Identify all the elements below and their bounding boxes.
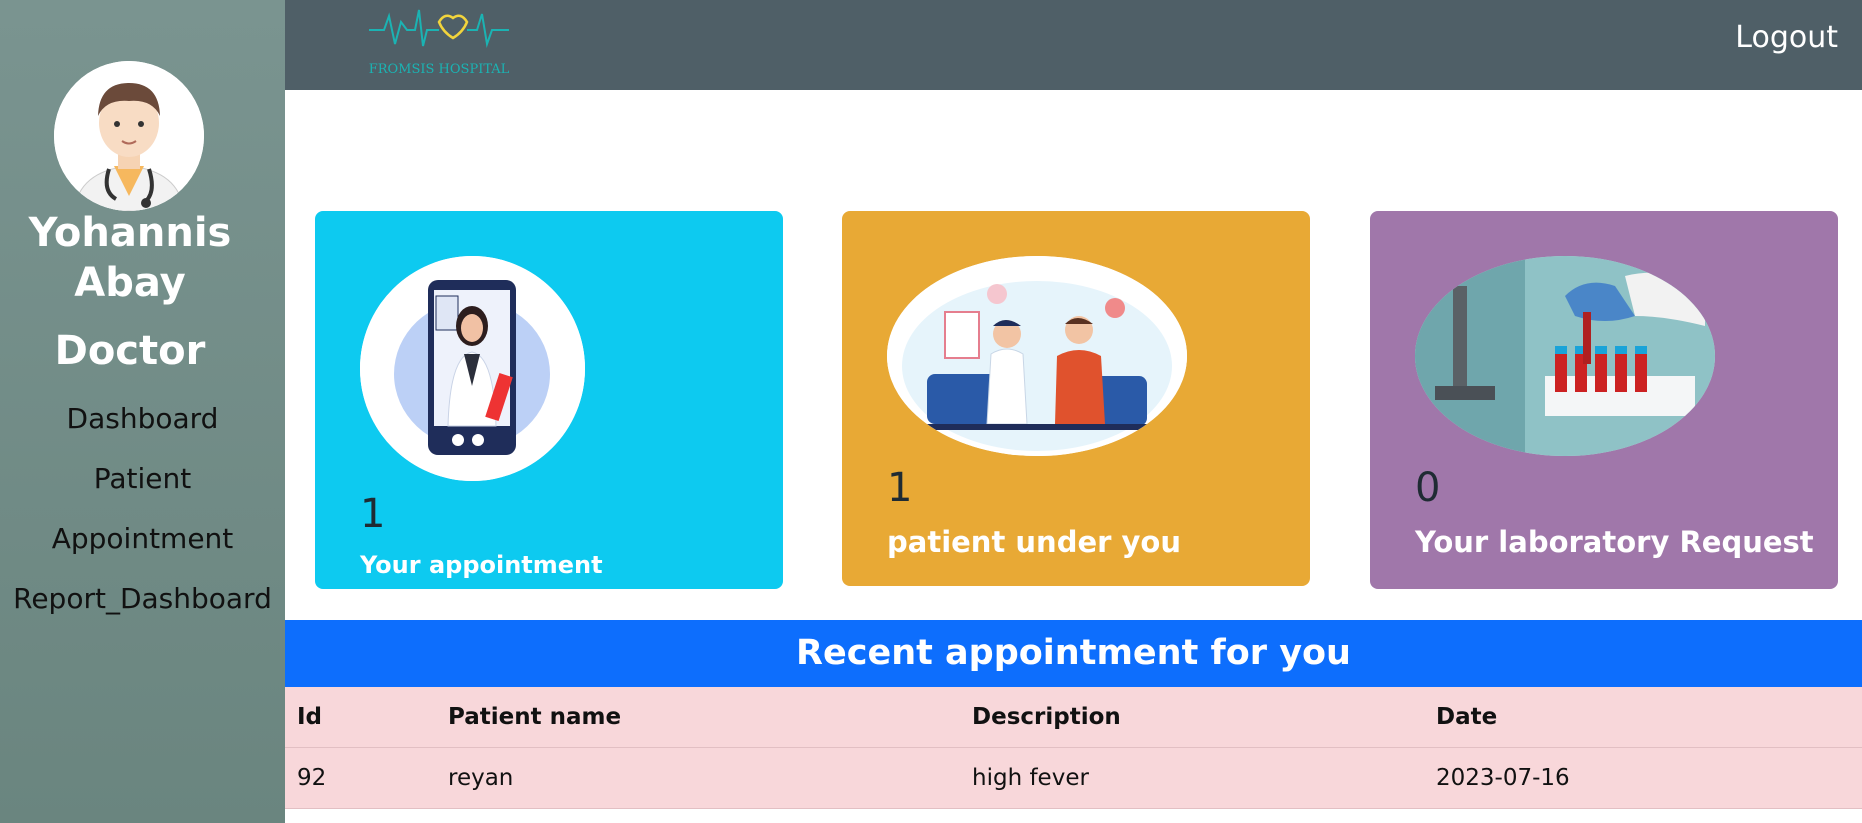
laboratory-card[interactable]: 0 Your laboratory Request — [1370, 211, 1838, 589]
cell-id: 92 — [297, 765, 327, 791]
column-header-description: Description — [972, 704, 1121, 730]
sidebar: Yohannis Abay Doctor Dashboard Patient A… — [0, 0, 285, 823]
nav-dashboard[interactable]: Dashboard — [0, 404, 285, 464]
lab-test-tubes-image — [1415, 256, 1715, 456]
sidebar-nav: Dashboard Patient Appointment Report_Das… — [0, 404, 285, 644]
cell-description: high fever — [972, 765, 1089, 791]
user-name: Yohannis Abay — [28, 210, 232, 306]
hospital-logo[interactable]: FROMSIS HOSPITAL — [359, 2, 519, 78]
appointment-count: 1 — [360, 491, 386, 537]
recent-appointments-title: Recent appointment for you — [285, 620, 1862, 687]
laboratory-count: 0 — [1415, 465, 1441, 511]
appointment-label: Your appointment — [360, 551, 603, 579]
column-header-id: Id — [297, 704, 323, 730]
logout-button[interactable]: Logout — [1735, 20, 1838, 55]
video-call-doctor-image — [360, 256, 585, 481]
nav-appointment[interactable]: Appointment — [0, 524, 285, 584]
patients-label: patient under you — [887, 525, 1181, 559]
table-row: 92 reyan high fever 2023-07-16 — [285, 748, 1862, 809]
column-header-patient-name: Patient name — [448, 704, 622, 730]
user-role: Doctor — [54, 328, 206, 374]
cell-date: 2023-07-16 — [1436, 765, 1570, 791]
cell-patient-name: reyan — [448, 765, 514, 791]
doctor-avatar — [54, 61, 204, 211]
recent-appointments-table: Id Patient name Description Date 92 reya… — [285, 687, 1862, 809]
patients-card[interactable]: 1 patient under you — [842, 211, 1310, 586]
patients-count: 1 — [887, 465, 913, 511]
topbar: FROMSIS HOSPITAL Logout — [285, 0, 1862, 90]
nav-report-dashboard[interactable]: Report_Dashboard — [0, 584, 285, 644]
column-header-date: Date — [1436, 704, 1498, 730]
doctor-examining-patient-image — [887, 256, 1187, 456]
table-header: Id Patient name Description Date — [285, 687, 1862, 748]
nav-patient[interactable]: Patient — [0, 464, 285, 524]
laboratory-label: Your laboratory Request — [1415, 525, 1814, 559]
appointment-card[interactable]: 1 Your appointment — [315, 211, 783, 589]
svg-text:FROMSIS HOSPITAL: FROMSIS HOSPITAL — [369, 62, 510, 77]
